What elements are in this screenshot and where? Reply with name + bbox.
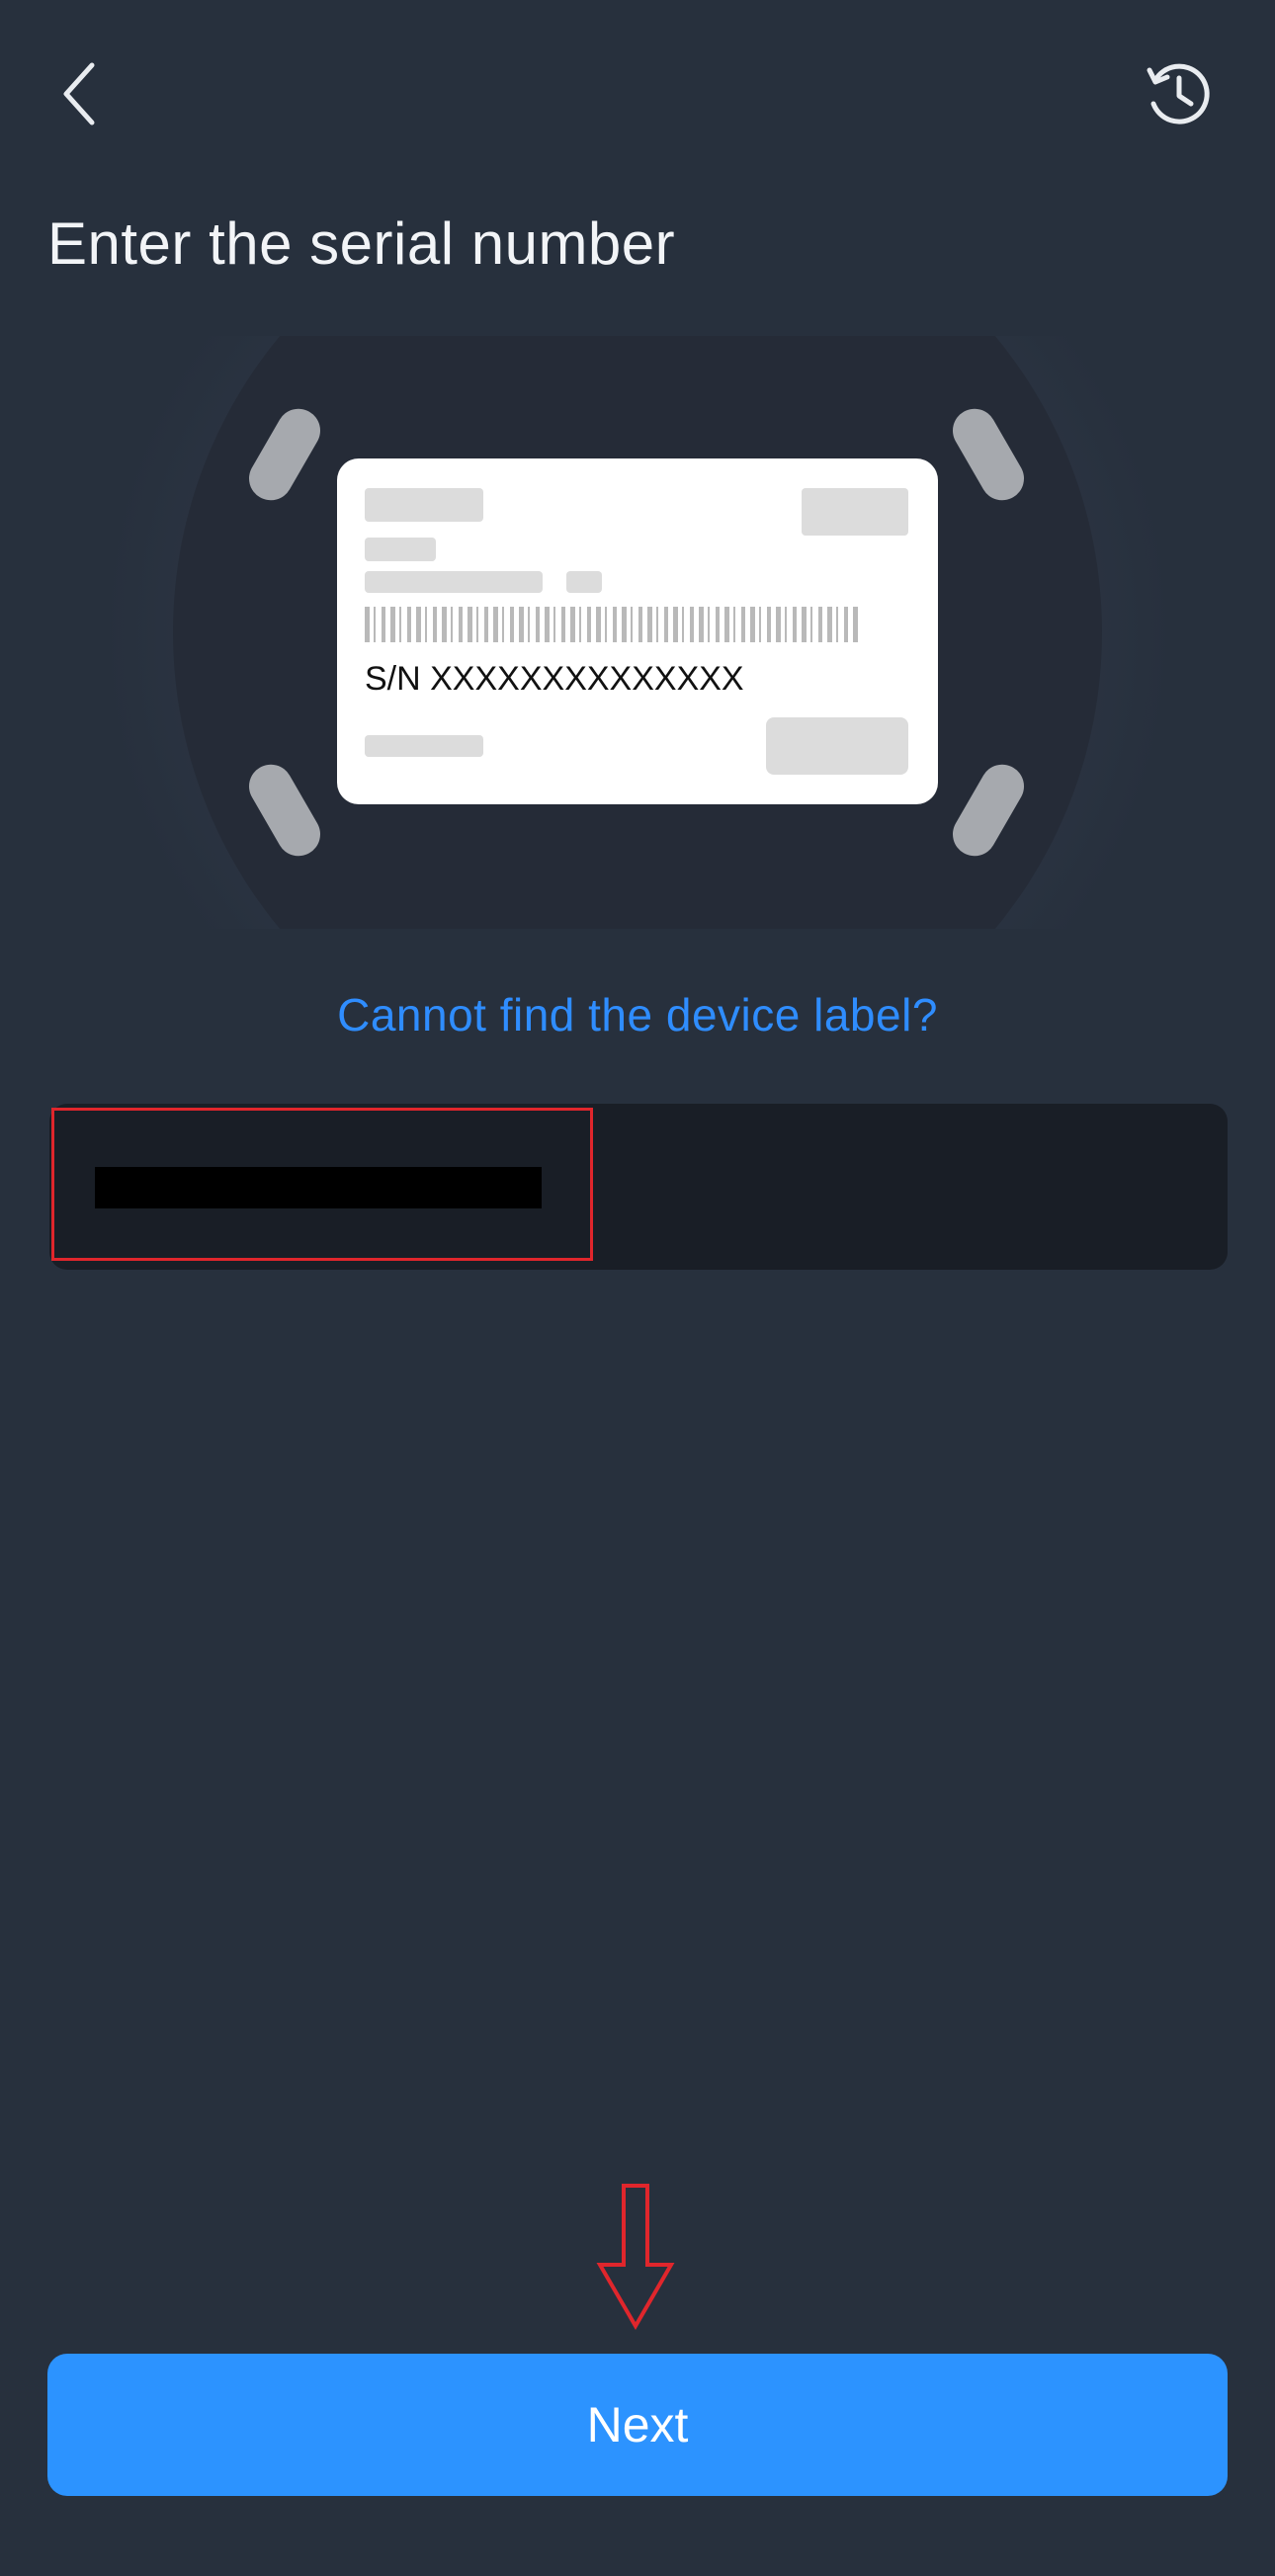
serial-number-screen: Enter the serial number S/N XXXXXXXXXXXX… — [0, 0, 1275, 2576]
back-button[interactable] — [40, 49, 119, 138]
annotation-arrow-down-icon — [596, 2184, 675, 2330]
next-button[interactable]: Next — [47, 2354, 1228, 2496]
history-clock-icon — [1147, 63, 1210, 125]
barcode-graphic — [365, 607, 859, 642]
cannot-find-label-link[interactable]: Cannot find the device label? — [0, 988, 1275, 1041]
device-label-card: S/N XXXXXXXXXXXXXX — [337, 458, 938, 804]
redacted-serial-value — [95, 1167, 542, 1208]
serial-label-text: S/N XXXXXXXXXXXXXX — [365, 660, 744, 698]
history-button[interactable] — [1132, 49, 1226, 138]
page-title: Enter the serial number — [47, 210, 676, 277]
chevron-left-icon — [63, 62, 95, 125]
